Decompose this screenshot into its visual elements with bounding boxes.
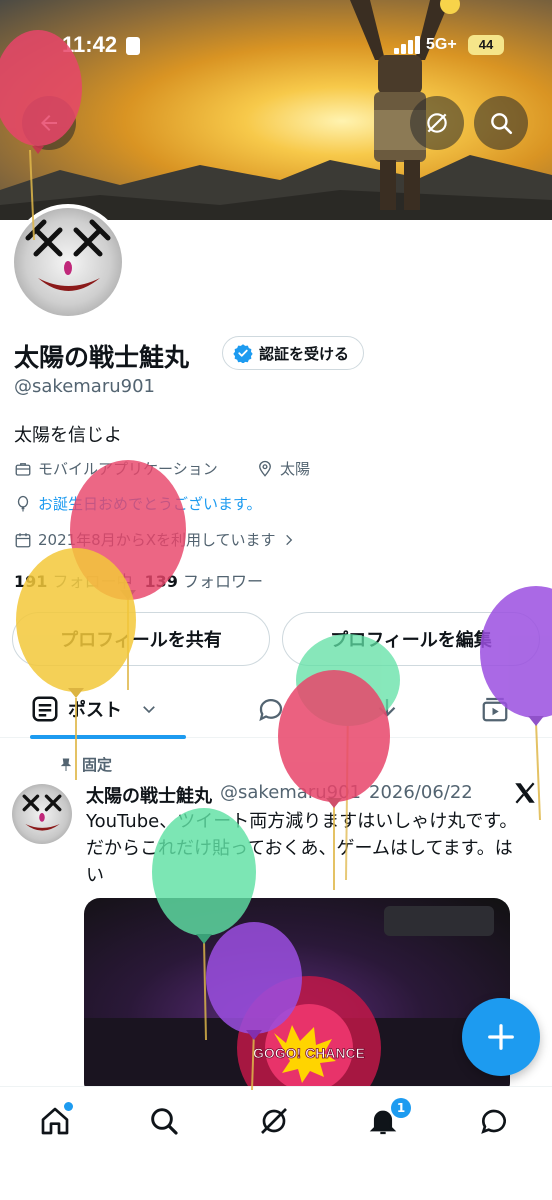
verified-badge-icon	[233, 344, 253, 363]
tweet-text: YouTube、ツイート両方減りますはいしゃけ丸です。だからこれだけ貼っておくあ…	[86, 811, 518, 886]
pin-icon	[60, 758, 72, 771]
tweet-header: 太陽の戦士鮭丸 @sakemaru901 2026/06/22	[86, 782, 473, 808]
x-logo-icon[interactable]	[512, 780, 538, 806]
following-count: 191	[14, 572, 48, 591]
grok-button[interactable]	[410, 96, 464, 150]
share-profile-button[interactable]: プロフィールを共有	[12, 612, 270, 666]
following-label: フォロー中	[52, 572, 133, 591]
profile-tabs: ポスト	[0, 680, 552, 739]
follow-stats: 191 フォロー中 139 フォロワー	[14, 568, 263, 592]
tweet-media[interactable]: GOGO! CHANCE	[84, 898, 510, 1098]
bottom-navigation	[0, 1086, 552, 1200]
profile-birthday[interactable]: お誕生日おめでとうございます。	[14, 493, 262, 514]
home-unread-dot	[64, 1102, 73, 1111]
back-button[interactable]	[22, 96, 76, 150]
profile-category: モバイルアプリケーション	[14, 458, 218, 479]
compose-button[interactable]	[462, 998, 540, 1076]
avatar-face	[25, 219, 111, 291]
cellular-signal-icon	[394, 36, 422, 54]
id-card-icon	[126, 37, 140, 55]
briefcase-icon	[15, 462, 31, 476]
verify-label: 認証を受ける	[259, 344, 350, 363]
calendar-icon	[15, 532, 31, 547]
chevron-right-icon	[285, 534, 292, 545]
profile-location: 太陽	[256, 458, 310, 479]
pinned-indicator: 固定	[58, 754, 112, 775]
media-icon[interactable]	[480, 694, 510, 724]
grok-icon[interactable]	[258, 1105, 290, 1137]
edit-profile-button[interactable]: プロフィールを編集	[282, 612, 540, 666]
joined-text: 2021年8月からXを利用しています	[38, 531, 276, 549]
location-text: 太陽	[280, 460, 311, 478]
followers-link[interactable]: 139 フォロワー	[145, 568, 264, 592]
notification-badge: 1	[391, 1098, 411, 1118]
status-time: 11:42	[62, 32, 118, 57]
messages-icon[interactable]	[478, 1105, 510, 1137]
posts-tab-label: ポスト	[68, 700, 122, 721]
birthday-text: お誕生日おめでとうございます。	[38, 495, 262, 513]
media-sign-text: GOGO! CHANCE	[253, 1045, 365, 1061]
explore-icon[interactable]	[148, 1105, 180, 1137]
tweet-author-name[interactable]: 太陽の戦士鮭丸	[86, 782, 212, 808]
chevron-down-icon	[143, 706, 155, 714]
tweet-date: 2026/06/22	[369, 782, 473, 803]
back-arrow-icon	[41, 115, 57, 131]
location-pin-icon	[259, 460, 271, 477]
profile-avatar[interactable]	[10, 204, 126, 320]
plus-icon	[488, 1024, 514, 1050]
status-bar: 11:42 5G+ 44	[0, 0, 552, 90]
profile-bio: 太陽を信じよ	[14, 425, 122, 446]
get-verified-button[interactable]: 認証を受ける	[222, 336, 365, 370]
following-link[interactable]: 191 フォロー中	[14, 568, 133, 592]
battery-indicator: 44	[468, 35, 504, 55]
search-icon	[491, 113, 513, 135]
search-button[interactable]	[474, 96, 528, 150]
profile-joined[interactable]: 2021年8月からXを利用しています	[14, 529, 302, 550]
tab-posts[interactable]: ポスト	[30, 680, 186, 739]
avatar-face	[22, 794, 62, 831]
highlights-icon[interactable]	[372, 694, 402, 724]
profile-handle: @sakemaru901	[14, 376, 155, 397]
category-text: モバイルアプリケーション	[38, 460, 218, 478]
pinned-label: 固定	[82, 756, 113, 774]
network-type: 5G+	[426, 36, 457, 53]
replies-icon[interactable]	[256, 694, 286, 724]
followers-count: 139	[144, 572, 178, 591]
media-image: GOGO! CHANCE	[84, 906, 510, 1098]
profile-name: 太陽の戦士鮭丸	[14, 343, 190, 372]
grok-icon	[427, 113, 447, 133]
posts-tab-icon	[32, 696, 58, 722]
tweet-author-handle[interactable]: @sakemaru901	[220, 782, 361, 808]
followers-label: フォロワー	[183, 572, 264, 591]
balloon-icon	[17, 495, 29, 511]
tweet-avatar[interactable]	[12, 784, 72, 844]
